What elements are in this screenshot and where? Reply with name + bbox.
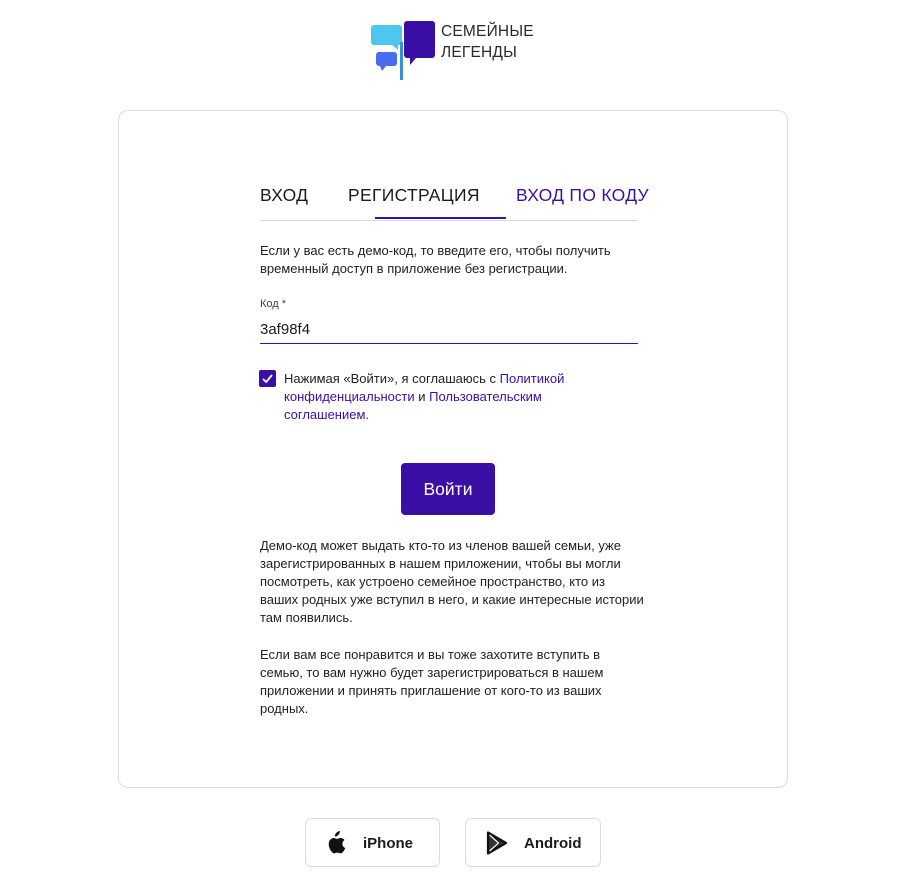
- logo-mark-icon: [370, 20, 438, 82]
- consent-text-and: и: [414, 389, 430, 404]
- consent-checkbox[interactable]: [259, 370, 276, 387]
- consent-text-after: .: [365, 407, 370, 422]
- auth-tabs: ВХОД РЕГИСТРАЦИЯ ВХОД ПО КОДУ: [260, 183, 649, 221]
- info-paragraph-2: Если вам все понравится и вы тоже захоти…: [260, 647, 604, 716]
- iphone-app-button[interactable]: iPhone: [305, 818, 440, 867]
- code-input[interactable]: [260, 316, 638, 344]
- info-paragraph-1: Демо-код может выдать кто-то из членов в…: [260, 538, 644, 625]
- logo-line-2: ЛЕГЕНДЫ: [441, 44, 518, 61]
- play-store-icon: [486, 831, 508, 860]
- tab-login[interactable]: ВХОД: [260, 185, 308, 206]
- apple-icon: [324, 831, 346, 860]
- tab-register[interactable]: РЕГИСТРАЦИЯ: [348, 185, 480, 206]
- iphone-label: iPhone: [363, 835, 414, 852]
- android-app-button[interactable]: Android: [465, 818, 601, 867]
- code-field-label: Код *: [260, 298, 287, 310]
- tab-login-by-code[interactable]: ВХОД ПО КОДУ: [516, 185, 649, 206]
- auth-card: ВХОД РЕГИСТРАЦИЯ ВХОД ПО КОДУ Если у вас…: [118, 110, 788, 788]
- consent-text-before: Нажимая «Войти», я соглашаюсь с: [284, 371, 500, 386]
- logo-wordmark: СЕМЕЙНЫЕ ЛЕГЕНДЫ: [441, 21, 534, 63]
- android-label: Android: [524, 835, 582, 852]
- intro-text: Если у вас есть демо-код, то введите его…: [260, 243, 611, 276]
- active-tab-indicator: [375, 217, 506, 219]
- consent-text: Нажимая «Войти», я соглашаюсь с Политико…: [284, 370, 604, 424]
- checkmark-icon: [262, 374, 273, 384]
- logo-line-1: СЕМЕЙНЫЕ: [441, 23, 534, 40]
- submit-button[interactable]: Войти: [401, 463, 495, 515]
- app-logo: СЕМЕЙНЫЕ ЛЕГЕНДЫ: [370, 20, 534, 82]
